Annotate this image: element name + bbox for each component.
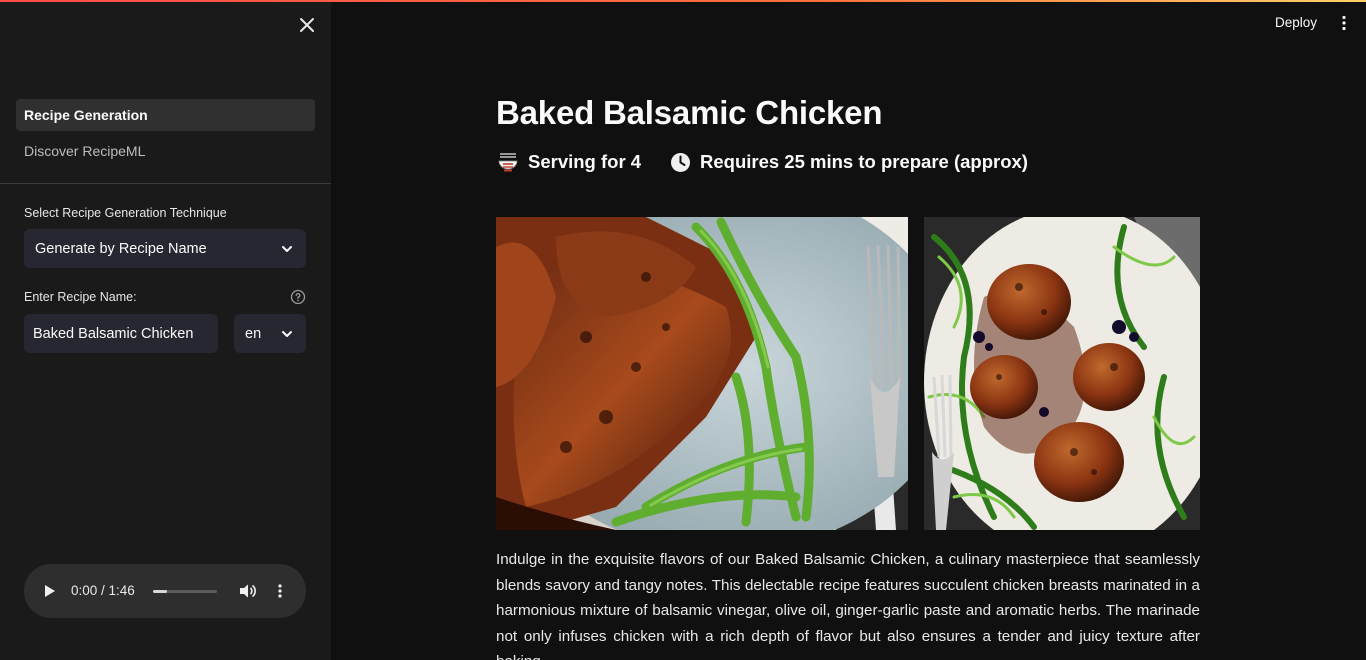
language-select[interactable]: en bbox=[234, 314, 306, 353]
top-accent-bar bbox=[0, 0, 1366, 2]
nav-item-discover-recipeml[interactable]: Discover RecipeML bbox=[16, 135, 315, 167]
technique-label: Select Recipe Generation Technique bbox=[24, 206, 227, 220]
play-icon[interactable] bbox=[44, 584, 56, 603]
language-select-value: en bbox=[245, 325, 262, 342]
clock-icon bbox=[670, 152, 691, 173]
recipe-name-input[interactable]: Baked Balsamic Chicken bbox=[24, 314, 218, 353]
chevron-down-icon bbox=[280, 242, 294, 256]
technique-select-value: Generate by Recipe Name bbox=[35, 240, 207, 257]
deploy-button[interactable]: Deploy bbox=[1275, 15, 1317, 30]
main-menu-icon[interactable] bbox=[1337, 15, 1351, 36]
audio-progress-slider[interactable] bbox=[153, 590, 217, 593]
recipe-image-2 bbox=[924, 217, 1200, 530]
recipe-description: Indulge in the exquisite flavors of our … bbox=[496, 551, 1200, 660]
nav-item-recipe-generation[interactable]: Recipe Generation bbox=[16, 99, 315, 131]
audio-time: 0:00 / 1:46 bbox=[71, 583, 135, 598]
help-icon[interactable] bbox=[290, 289, 306, 305]
recipe-name-input-value: Baked Balsamic Chicken bbox=[33, 325, 194, 342]
recipe-title: Baked Balsamic Chicken bbox=[496, 94, 883, 131]
audio-progress-fill bbox=[153, 590, 168, 593]
sidebar-divider bbox=[0, 183, 331, 184]
recipe-image-1 bbox=[496, 217, 908, 530]
prep-time-text: Requires 25 mins to prepare (approx) bbox=[700, 151, 1028, 172]
serving-info: Serving for 4 bbox=[497, 151, 641, 173]
ramen-bowl-icon bbox=[497, 151, 519, 173]
sidebar: Recipe Generation Discover RecipeML Sele… bbox=[0, 0, 331, 660]
volume-icon[interactable] bbox=[239, 583, 257, 604]
close-sidebar-icon[interactable] bbox=[296, 14, 318, 36]
audio-player: 0:00 / 1:46 bbox=[24, 564, 306, 618]
technique-select[interactable]: Generate by Recipe Name bbox=[24, 229, 306, 268]
chevron-down-icon bbox=[280, 327, 294, 341]
prep-time-info: Requires 25 mins to prepare (approx) bbox=[670, 151, 1028, 173]
recipe-name-label: Enter Recipe Name: bbox=[24, 290, 137, 304]
more-options-icon[interactable] bbox=[277, 583, 283, 604]
sidebar-nav: Recipe Generation Discover RecipeML bbox=[16, 99, 315, 171]
serving-text: Serving for 4 bbox=[528, 151, 642, 172]
